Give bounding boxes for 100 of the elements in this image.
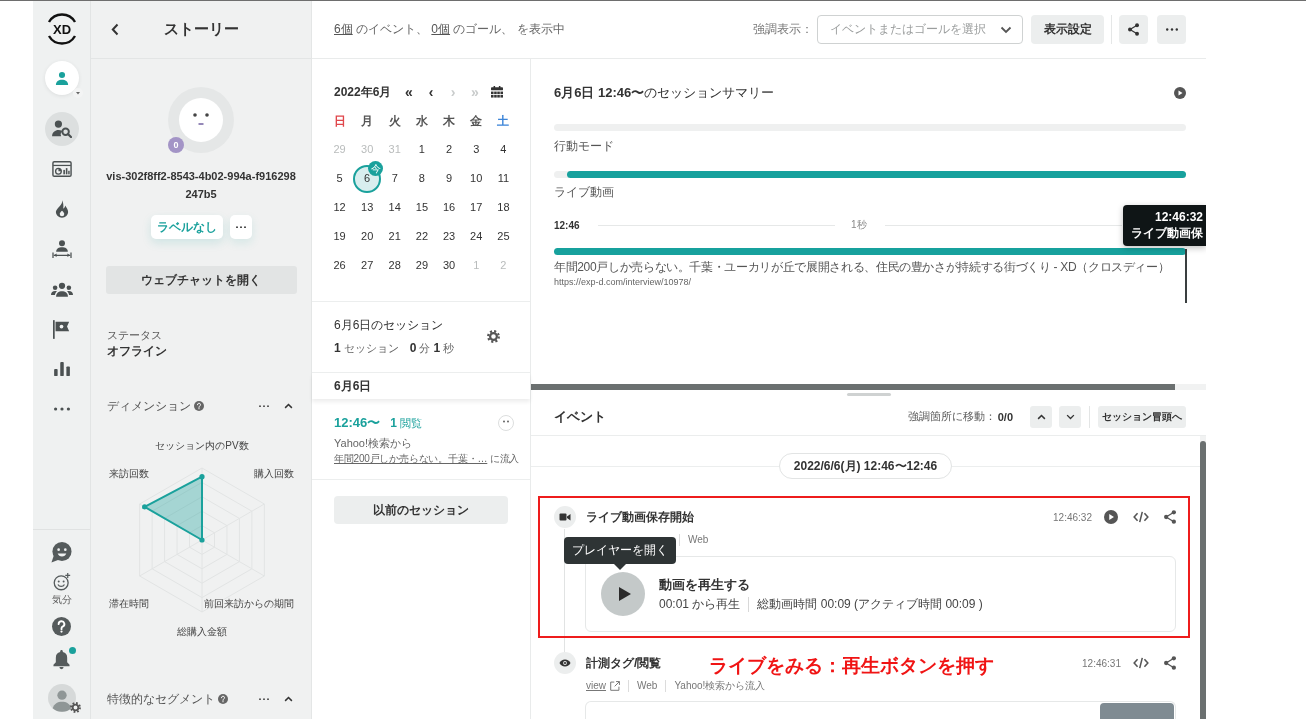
day-button[interactable]: 30 [442, 259, 456, 272]
face-icon [498, 415, 514, 431]
gear-icon [69, 702, 81, 713]
collapse-button[interactable] [284, 403, 293, 409]
weekday-label: 木 [443, 113, 456, 130]
help-icon [52, 616, 71, 636]
landing-page-link[interactable]: 年間200戸しか売らない。千葉・… [334, 453, 488, 464]
play-button[interactable] [601, 572, 645, 616]
tooltip: プレイヤーを開く [564, 537, 676, 570]
jump-label: 強調箇所に移動： [907, 409, 996, 424]
day-button[interactable]: 8 [418, 172, 425, 185]
more-button[interactable] [259, 697, 269, 701]
axis-label: 前回来訪からの期間 [204, 598, 294, 609]
day-button[interactable]: 14 [388, 201, 401, 214]
previous-sessions-button[interactable]: 以前のセッション [334, 496, 508, 524]
chevron-down-icon [1000, 25, 1012, 34]
radar-point [142, 504, 148, 510]
weekday-label: 水 [415, 113, 428, 130]
share-icon[interactable] [1164, 510, 1176, 524]
scrollbar-thumb[interactable] [1200, 441, 1206, 719]
weekday-label: 土 [497, 113, 510, 130]
display-summary: 6個 のイベント、 0個 のゴール、 を表示中 [334, 21, 565, 38]
page-title: 年間200戸しか売らない。千葉・ユーカリが丘で展開される、住民の豊かさが持続する街づくり - XD（クロスディー） [554, 259, 1170, 275]
person-range-icon [51, 240, 72, 258]
event-meta: Web [679, 534, 717, 546]
account-button[interactable] [44, 61, 79, 95]
display-settings-button[interactable]: 表示設定 [1031, 15, 1104, 44]
day-button[interactable]: 7 [391, 172, 398, 185]
back-button[interactable] [111, 23, 119, 36]
collapse-button[interactable] [284, 696, 293, 702]
ellipsis-icon [259, 697, 269, 701]
code-icon[interactable] [1133, 511, 1149, 523]
ellipsis-icon [53, 407, 70, 411]
count-link[interactable]: 6個 [334, 22, 353, 36]
previous-highlight-button[interactable] [1030, 405, 1052, 428]
playhead-line [1185, 249, 1187, 303]
day-button[interactable]: 17 [470, 201, 483, 214]
gear-icon[interactable] [487, 330, 500, 343]
previous-month-button[interactable]: ‹ [420, 82, 442, 102]
dashboard-icon [51, 161, 72, 177]
bell-icon [53, 650, 70, 670]
help-icon[interactable] [218, 694, 228, 704]
landing-text: 年間200戸しか売らない。千葉・… に流入 [334, 452, 520, 466]
track-label: ライブ動画 [554, 185, 615, 200]
share-icon[interactable] [1164, 656, 1176, 670]
day-button[interactable]: 26 [333, 259, 346, 272]
event-meta: Yahoo!検索から流入 [665, 680, 774, 692]
webchat-button[interactable]: ウェブチャットを開く [105, 266, 297, 294]
user-search-button[interactable] [44, 112, 79, 146]
code-icon[interactable] [1133, 657, 1149, 669]
day-button[interactable]: 25 [497, 230, 510, 243]
day-button[interactable]: 1 [418, 143, 425, 156]
count-link[interactable]: 0個 [431, 22, 451, 36]
day-button[interactable]: 12 [333, 201, 346, 214]
more-button[interactable] [259, 404, 269, 408]
day-button[interactable]: 13 [361, 201, 374, 214]
day-button[interactable]: 15 [415, 201, 429, 214]
more-button[interactable] [229, 215, 252, 239]
day-button[interactable]: 4 [500, 143, 507, 156]
day-button[interactable]: 19 [333, 230, 346, 243]
axis-label: 購入回数 [254, 468, 294, 479]
chevron-up-icon [284, 403, 293, 409]
day-button[interactable]: 2 [446, 143, 453, 156]
caret-down-icon[interactable] [72, 88, 83, 98]
day-button[interactable]: 18 [497, 201, 510, 214]
cursor-tooltip: 12:46:32 ライブ動画保 [1123, 205, 1206, 246]
previous-year-button[interactable]: « [398, 82, 420, 102]
day-button[interactable]: 3 [473, 143, 480, 156]
day-button[interactable]: 5 [336, 172, 343, 185]
share-button[interactable] [1119, 15, 1148, 44]
resize-handle[interactable] [846, 392, 891, 396]
day-button[interactable]: 20 [361, 230, 374, 243]
external-link-icon[interactable] [610, 681, 620, 691]
day-button[interactable]: 22 [415, 230, 429, 243]
session-start-button[interactable]: セッション冒頭へ [1098, 405, 1186, 428]
weekday-label: 月 [361, 113, 374, 130]
event-link[interactable]: view [586, 680, 606, 692]
day-button[interactable]: 9 [446, 172, 453, 185]
section-title: イベント [554, 407, 606, 426]
next-highlight-button[interactable] [1059, 405, 1081, 428]
weekday-label: 金 [470, 113, 483, 130]
radar-point [199, 537, 205, 543]
play-circle-icon[interactable] [1104, 510, 1118, 524]
play-icon [618, 587, 631, 601]
scrollbar-thumb[interactable] [531, 384, 1175, 390]
mood-button[interactable]: 気分 [41, 569, 82, 609]
play-circle-icon[interactable] [1174, 87, 1186, 99]
day-button[interactable]: 10 [470, 172, 483, 185]
help-icon[interactable] [194, 401, 204, 411]
day-button[interactable]: 21 [388, 230, 401, 243]
smiley-plus-icon [52, 572, 71, 591]
day-button[interactable]: 27 [361, 259, 374, 272]
day-button[interactable]: 29 [415, 259, 429, 272]
day-button[interactable]: 24 [470, 230, 483, 243]
avatar-icon [47, 684, 76, 712]
day-button[interactable]: 28 [388, 259, 401, 272]
day-button[interactable]: 23 [442, 230, 456, 243]
day-button[interactable]: 11 [497, 172, 510, 185]
day-button[interactable]: 16 [442, 201, 456, 214]
weekday-label: 日 [333, 113, 346, 130]
